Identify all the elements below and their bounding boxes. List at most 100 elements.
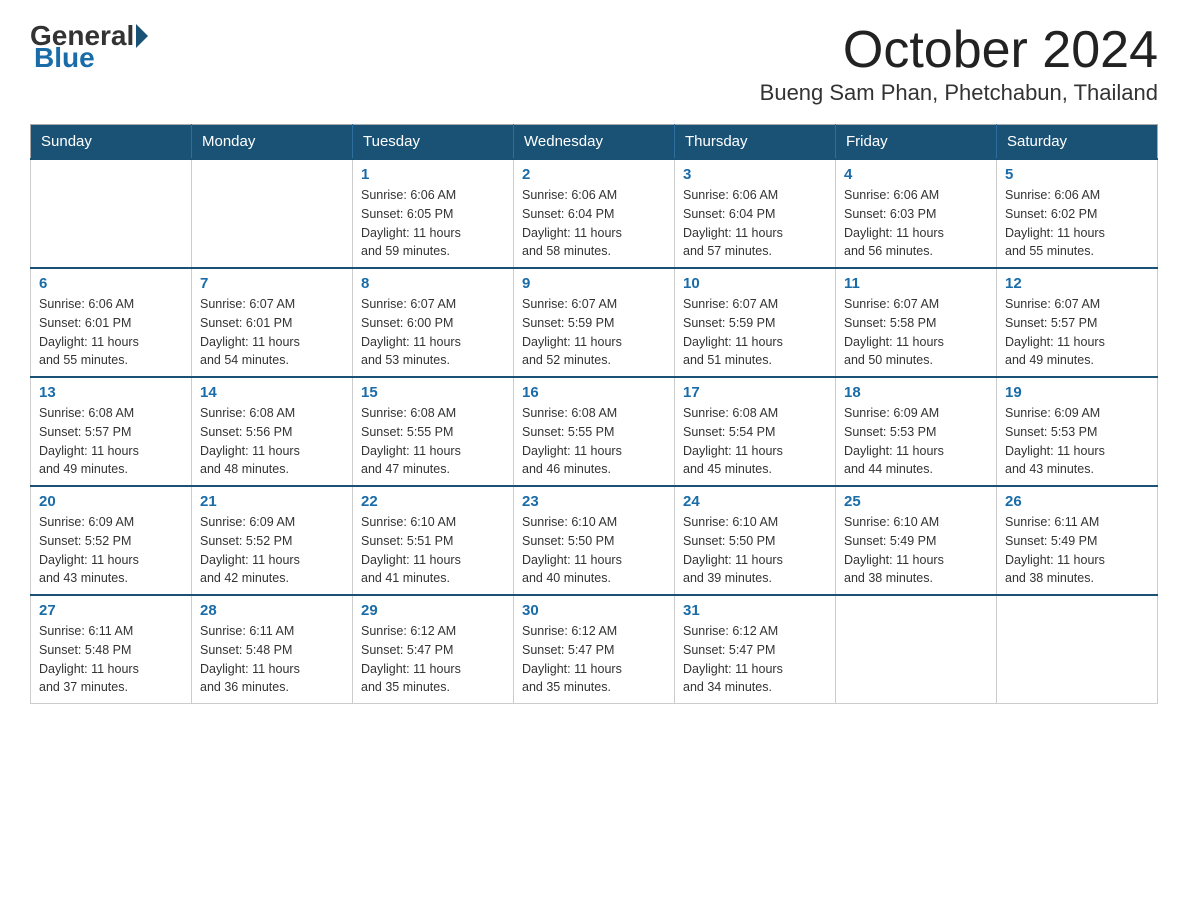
calendar-cell: 27 Sunrise: 6:11 AMSunset: 5:48 PMDayligh… <box>31 595 192 704</box>
day-number: 27 <box>39 602 183 619</box>
day-info: Sunrise: 6:06 AMSunset: 6:04 PMDaylight:… <box>522 186 666 261</box>
calendar-cell: 20Sunrise: 6:09 AMSunset: 5:52 PMDayligh… <box>31 486 192 595</box>
calendar-cell: 4Sunrise: 6:06 AMSunset: 6:03 PMDaylight… <box>836 159 997 268</box>
week-row-3: 13Sunrise: 6:08 AMSunset: 5:57 PMDayligh… <box>31 377 1158 486</box>
day-info: Sunrise: 6:06 AMSunset: 6:02 PMDaylight:… <box>1005 186 1149 261</box>
day-number: 26 <box>1005 493 1149 510</box>
day-number: 23 <box>522 493 666 510</box>
day-number: 2 <box>522 166 666 183</box>
header-wednesday: Wednesday <box>514 125 675 160</box>
header-monday: Monday <box>192 125 353 160</box>
day-info: Sunrise: 6:07 AMSunset: 6:00 PMDaylight:… <box>361 295 505 370</box>
day-number: 28 <box>200 602 344 619</box>
day-number: 25 <box>844 493 988 510</box>
day-info: Sunrise: 6:09 AMSunset: 5:53 PMDaylight:… <box>844 404 988 479</box>
day-info: Sunrise: 6:07 AMSunset: 5:57 PMDaylight:… <box>1005 295 1149 370</box>
day-number: 19 <box>1005 384 1149 401</box>
calendar-cell: 30 Sunrise: 6:12 AMSunset: 5:47 PMDayligh… <box>514 595 675 704</box>
day-number: 16 <box>522 384 666 401</box>
day-info: Sunrise: 6:12 AMSunset: 5:47 PMDaylight:… <box>683 622 827 697</box>
day-number: 11 <box>844 275 988 292</box>
day-info: Sunrise: 6:09 AMSunset: 5:52 PMDaylight:… <box>39 513 183 588</box>
calendar-cell: 24Sunrise: 6:10 AMSunset: 5:50 PMDayligh… <box>675 486 836 595</box>
day-info: Sunrise: 6:09 AMSunset: 5:52 PMDaylight:… <box>200 513 344 588</box>
calendar-cell: 23 Sunrise: 6:10 AMSunset: 5:50 PMDayligh… <box>514 486 675 595</box>
week-row-5: 27 Sunrise: 6:11 AMSunset: 5:48 PMDayligh… <box>31 595 1158 704</box>
calendar-cell: 12 Sunrise: 6:07 AMSunset: 5:57 PMDayligh… <box>997 268 1158 377</box>
day-info: Sunrise: 6:07 AMSunset: 5:58 PMDaylight:… <box>844 295 988 370</box>
day-number: 9 <box>522 275 666 292</box>
header-sunday: Sunday <box>31 125 192 160</box>
header-saturday: Saturday <box>997 125 1158 160</box>
day-info: Sunrise: 6:07 AMSunset: 5:59 PMDaylight:… <box>522 295 666 370</box>
day-number: 24 <box>683 493 827 510</box>
day-info: Sunrise: 6:12 AMSunset: 5:47 PMDaylight:… <box>361 622 505 697</box>
day-number: 5 <box>1005 166 1149 183</box>
day-number: 31 <box>683 602 827 619</box>
day-info: Sunrise: 6:12 AMSunset: 5:47 PMDaylight:… <box>522 622 666 697</box>
calendar-cell: 16 Sunrise: 6:08 AMSunset: 5:55 PMDayligh… <box>514 377 675 486</box>
page-header: General Blue October 2024 Bueng Sam Phan… <box>30 20 1158 116</box>
calendar-cell: 5 Sunrise: 6:06 AMSunset: 6:02 PMDaylight… <box>997 159 1158 268</box>
day-number: 12 <box>1005 275 1149 292</box>
calendar-cell: 19 Sunrise: 6:09 AMSunset: 5:53 PMDayligh… <box>997 377 1158 486</box>
header-row: SundayMondayTuesdayWednesdayThursdayFrid… <box>31 125 1158 160</box>
calendar-cell: 25 Sunrise: 6:10 AMSunset: 5:49 PMDayligh… <box>836 486 997 595</box>
calendar-cell: 31 Sunrise: 6:12 AMSunset: 5:47 PMDayligh… <box>675 595 836 704</box>
day-number: 29 <box>361 602 505 619</box>
day-info: Sunrise: 6:10 AMSunset: 5:49 PMDaylight:… <box>844 513 988 588</box>
day-info: Sunrise: 6:08 AMSunset: 5:54 PMDaylight:… <box>683 404 827 479</box>
day-number: 7 <box>200 275 344 292</box>
calendar-cell: 8 Sunrise: 6:07 AMSunset: 6:00 PMDaylight… <box>353 268 514 377</box>
calendar-cell: 29 Sunrise: 6:12 AMSunset: 5:47 PMDayligh… <box>353 595 514 704</box>
day-info: Sunrise: 6:08 AMSunset: 5:57 PMDaylight:… <box>39 404 183 479</box>
calendar-cell: 26 Sunrise: 6:11 AMSunset: 5:49 PMDayligh… <box>997 486 1158 595</box>
calendar-cell: 14 Sunrise: 6:08 AMSunset: 5:56 PMDayligh… <box>192 377 353 486</box>
week-row-2: 6Sunrise: 6:06 AMSunset: 6:01 PMDaylight… <box>31 268 1158 377</box>
day-number: 21 <box>200 493 344 510</box>
day-number: 22 <box>361 493 505 510</box>
day-info: Sunrise: 6:06 AMSunset: 6:04 PMDaylight:… <box>683 186 827 261</box>
right-header: October 2024 Bueng Sam Phan, Phetchabun,… <box>760 20 1158 116</box>
day-info: Sunrise: 6:08 AMSunset: 5:55 PMDaylight:… <box>522 404 666 479</box>
day-number: 10 <box>683 275 827 292</box>
day-info: Sunrise: 6:08 AMSunset: 5:55 PMDaylight:… <box>361 404 505 479</box>
day-number: 3 <box>683 166 827 183</box>
day-number: 14 <box>200 384 344 401</box>
header-thursday: Thursday <box>675 125 836 160</box>
calendar-cell: 13Sunrise: 6:08 AMSunset: 5:57 PMDayligh… <box>31 377 192 486</box>
day-number: 1 <box>361 166 505 183</box>
calendar-cell <box>192 159 353 268</box>
day-number: 30 <box>522 602 666 619</box>
day-info: Sunrise: 6:10 AMSunset: 5:50 PMDaylight:… <box>522 513 666 588</box>
calendar-cell: 2 Sunrise: 6:06 AMSunset: 6:04 PMDaylight… <box>514 159 675 268</box>
day-info: Sunrise: 6:06 AMSunset: 6:05 PMDaylight:… <box>361 186 505 261</box>
calendar-cell: 9 Sunrise: 6:07 AMSunset: 5:59 PMDaylight… <box>514 268 675 377</box>
logo-arrow-icon <box>136 24 148 48</box>
calendar-cell: 6Sunrise: 6:06 AMSunset: 6:01 PMDaylight… <box>31 268 192 377</box>
calendar-cell <box>31 159 192 268</box>
logo-blue-text: Blue <box>34 42 95 73</box>
location-title: Bueng Sam Phan, Phetchabun, Thailand <box>760 80 1158 106</box>
calendar-cell: 7Sunrise: 6:07 AMSunset: 6:01 PMDaylight… <box>192 268 353 377</box>
day-info: Sunrise: 6:11 AMSunset: 5:48 PMDaylight:… <box>39 622 183 697</box>
calendar-cell: 3 Sunrise: 6:06 AMSunset: 6:04 PMDaylight… <box>675 159 836 268</box>
day-info: Sunrise: 6:06 AMSunset: 6:03 PMDaylight:… <box>844 186 988 261</box>
day-number: 18 <box>844 384 988 401</box>
calendar-cell <box>997 595 1158 704</box>
calendar-table: SundayMondayTuesdayWednesdayThursdayFrid… <box>30 124 1158 704</box>
day-info: Sunrise: 6:11 AMSunset: 5:49 PMDaylight:… <box>1005 513 1149 588</box>
day-info: Sunrise: 6:08 AMSunset: 5:56 PMDaylight:… <box>200 404 344 479</box>
calendar-cell: 11 Sunrise: 6:07 AMSunset: 5:58 PMDayligh… <box>836 268 997 377</box>
day-number: 8 <box>361 275 505 292</box>
calendar-cell <box>836 595 997 704</box>
calendar-cell: 22Sunrise: 6:10 AMSunset: 5:51 PMDayligh… <box>353 486 514 595</box>
day-number: 15 <box>361 384 505 401</box>
day-info: Sunrise: 6:11 AMSunset: 5:48 PMDaylight:… <box>200 622 344 697</box>
day-info: Sunrise: 6:09 AMSunset: 5:53 PMDaylight:… <box>1005 404 1149 479</box>
calendar-cell: 1 Sunrise: 6:06 AMSunset: 6:05 PMDaylight… <box>353 159 514 268</box>
day-number: 6 <box>39 275 183 292</box>
day-info: Sunrise: 6:07 AMSunset: 5:59 PMDaylight:… <box>683 295 827 370</box>
logo: General Blue <box>30 20 150 74</box>
calendar-cell: 18 Sunrise: 6:09 AMSunset: 5:53 PMDayligh… <box>836 377 997 486</box>
